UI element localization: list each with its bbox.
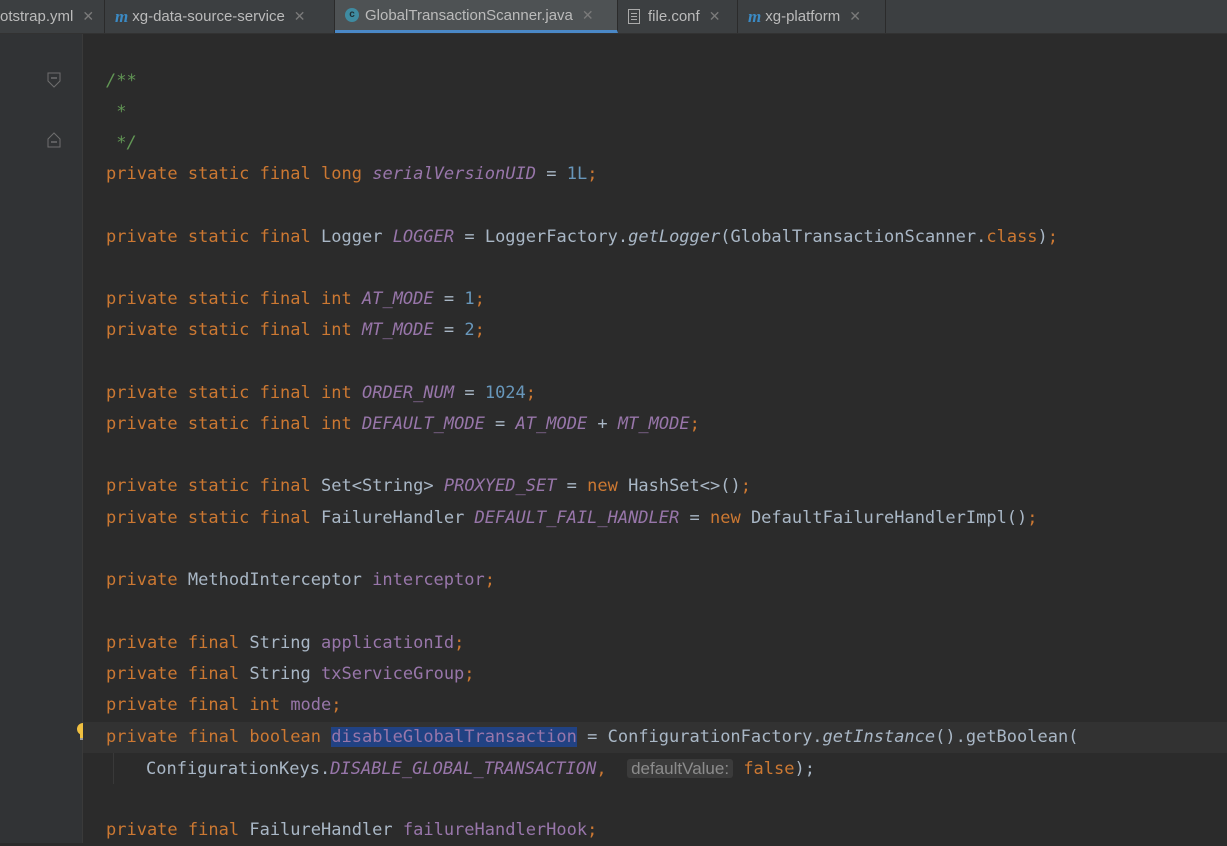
code-line: private static final int ORDER_NUM = 102…: [106, 383, 537, 403]
editor-tab-bar: otstrap.yml ✕ m xg-data-source-service ✕…: [0, 0, 1227, 34]
tab-label: file.conf: [648, 8, 700, 25]
code-line: private final String txServiceGroup;: [106, 664, 475, 684]
tab-label: xg-platform: [765, 8, 841, 25]
close-icon[interactable]: ✕: [849, 8, 861, 25]
maven-module-icon: m: [115, 6, 129, 26]
editor-gutter[interactable]: [0, 34, 82, 843]
code-line: private static final FailureHandler DEFA…: [106, 508, 1038, 528]
code-line: private static final Set<String> PROXYED…: [106, 476, 751, 496]
code-line-current: private final boolean disableGlobalTrans…: [106, 727, 1079, 747]
code-line: private final FailureHandler failureHand…: [106, 820, 598, 840]
code-line: *: [106, 102, 127, 122]
tab-label: GlobalTransactionScanner.java: [365, 6, 573, 24]
parameter-hint: defaultValue:: [627, 759, 734, 778]
tab-xg-platform[interactable]: m xg-platform ✕: [738, 0, 886, 33]
code-line: private static final int MT_MODE = 2;: [106, 320, 485, 340]
code-line: private static final int AT_MODE = 1;: [106, 289, 485, 309]
code-line: private MethodInterceptor interceptor;: [106, 570, 495, 590]
code-line: private static final Logger LOGGER = Log…: [106, 227, 1059, 247]
close-icon[interactable]: ✕: [582, 7, 594, 24]
close-icon[interactable]: ✕: [294, 8, 306, 25]
tab-file-conf[interactable]: file.conf ✕: [618, 0, 738, 33]
indent-guide: [113, 753, 114, 784]
tab-global-transaction-scanner[interactable]: c GlobalTransactionScanner.java ✕: [335, 0, 618, 33]
code-line: */: [106, 133, 137, 153]
tab-label: otstrap.yml: [0, 8, 74, 25]
fold-end-icon[interactable]: [47, 132, 61, 148]
code-line: private final int mode;: [106, 695, 342, 715]
close-icon[interactable]: ✕: [82, 8, 94, 25]
text-file-icon: [628, 9, 640, 24]
maven-module-icon: m: [748, 6, 762, 26]
tab-label: xg-data-source-service: [132, 8, 285, 25]
code-line: ConfigurationKeys.DISABLE_GLOBAL_TRANSAC…: [146, 759, 815, 779]
code-line: private static final int DEFAULT_MODE = …: [106, 414, 700, 434]
selected-identifier[interactable]: disableGlobalTransaction: [331, 727, 577, 747]
fold-collapse-icon[interactable]: [47, 72, 61, 88]
tab-bootstrap-yml[interactable]: otstrap.yml ✕: [0, 0, 105, 33]
code-line: private static final long serialVersionU…: [106, 164, 598, 184]
java-class-icon: c: [345, 8, 359, 22]
tab-xg-data-source-service[interactable]: m xg-data-source-service ✕: [105, 0, 335, 33]
code-line: /**: [106, 71, 137, 91]
code-line: private final String applicationId;: [106, 633, 465, 653]
close-icon[interactable]: ✕: [709, 8, 721, 25]
